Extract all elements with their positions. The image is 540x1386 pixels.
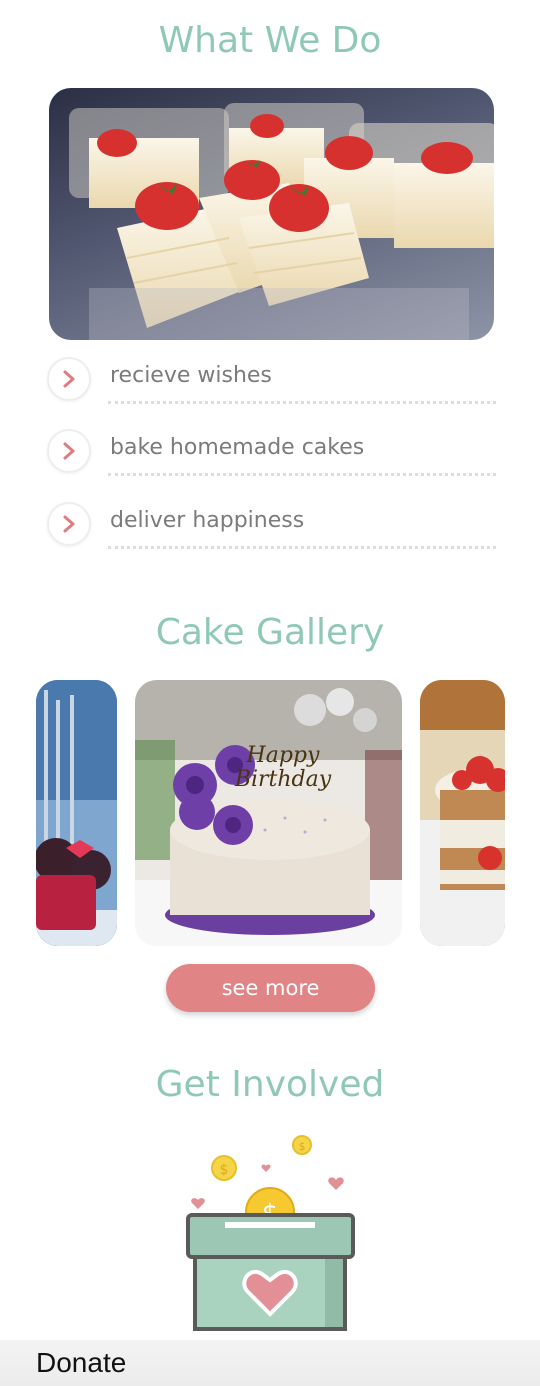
- birthday-cake-photo: Happy Birthday: [135, 680, 402, 946]
- svg-text:$: $: [220, 1162, 229, 1178]
- list-item-bake-homemade-cakes: bake homemade cakes: [46, 427, 496, 477]
- dotted-divider: [108, 473, 496, 476]
- coin-icon: $: [211, 1155, 237, 1181]
- chevron-right-icon: [47, 429, 91, 473]
- svg-text:$: $: [299, 1140, 306, 1153]
- strawberry-cake-photo: [420, 680, 505, 946]
- list-item-label: recieve wishes: [110, 363, 272, 388]
- donation-box-icon: $ $ $: [186, 1135, 355, 1331]
- chevron-right-icon: [47, 502, 91, 546]
- see-more-button[interactable]: see more: [166, 964, 375, 1012]
- dotted-divider: [108, 401, 496, 404]
- gallery-card-strawberry-cake[interactable]: [420, 680, 505, 946]
- what-we-do-photo: [49, 88, 494, 340]
- cake-topper-happy: Happy: [246, 743, 320, 768]
- donate-link[interactable]: Donate: [36, 1347, 126, 1379]
- strawberry-cake-photo: [69, 103, 494, 340]
- get-involved-title: Get Involved: [155, 1064, 385, 1105]
- cake-gallery-title: Cake Gallery: [155, 612, 385, 653]
- list-item-deliver-happiness: deliver happiness: [46, 500, 496, 550]
- gallery-card-cake-pops[interactable]: [36, 680, 117, 946]
- cake-topper-birthday: Birthday: [234, 767, 332, 792]
- dotted-divider: [108, 546, 496, 549]
- chevron-right-icon: [47, 357, 91, 401]
- list-item-recieve-wishes: recieve wishes: [46, 355, 496, 405]
- what-we-do-title: What We Do: [158, 20, 382, 61]
- donation-box-illustration: $ $ $: [180, 1130, 360, 1335]
- list-item-label: deliver happiness: [110, 508, 305, 533]
- list-item-label: bake homemade cakes: [110, 435, 365, 460]
- cake-pops-photo: [36, 680, 117, 946]
- page: What We Do recieve wishes bake homemade …: [0, 0, 540, 1386]
- gallery-card-birthday-cake[interactable]: Happy Birthday: [135, 680, 402, 946]
- coin-icon: $: [292, 1135, 312, 1155]
